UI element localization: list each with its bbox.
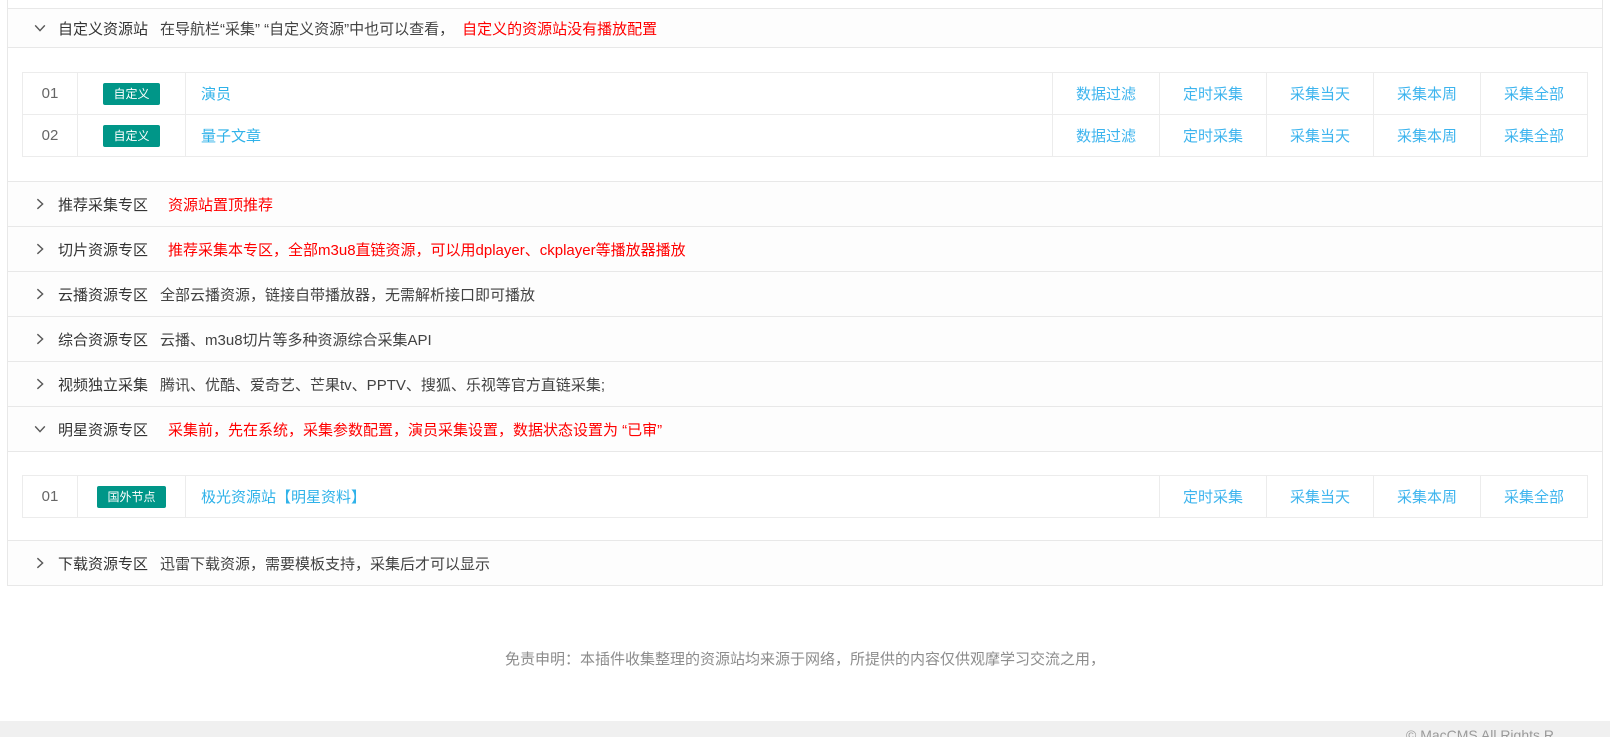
chevron-right-icon bbox=[32, 331, 48, 347]
chevron-down-icon bbox=[32, 20, 48, 36]
section-title: 切片资源专区 bbox=[58, 239, 148, 260]
section-title: 视频独立采集 bbox=[58, 374, 148, 395]
source-name-link[interactable]: 极光资源站【明星资料】 bbox=[201, 489, 366, 506]
section-desc: 全部云播资源，链接自带播放器，无需解析接口即可播放 bbox=[160, 284, 535, 305]
badge-cell: 自定义 bbox=[78, 73, 186, 115]
chevron-right-icon bbox=[32, 555, 48, 571]
top-strip bbox=[8, 0, 1602, 8]
disclaimer-text: 免责申明：本插件收集整理的资源站均来源于网络，所提供的内容仅供观摩学习交流之用， bbox=[0, 648, 1610, 669]
badge-cell: 国外节点 bbox=[78, 476, 186, 518]
action-cell: 采集本周 bbox=[1374, 115, 1481, 157]
action-cell: 采集当天 bbox=[1267, 476, 1374, 518]
star-sources-table: 01 国外节点 极光资源站【明星资料】 定时采集 采集当天 采集本周 采集全部 bbox=[22, 475, 1588, 518]
action-cell: 定时采集 bbox=[1160, 115, 1267, 157]
section-title: 云播资源专区 bbox=[58, 284, 148, 305]
name-cell: 量子文章 bbox=[186, 115, 1053, 157]
section-header-video-independent[interactable]: 视频独立采集 腾讯、优酷、爱奇艺、芒果tv、PPTV、搜狐、乐视等官方直链采集; bbox=[8, 361, 1602, 406]
section-title: 综合资源专区 bbox=[58, 329, 148, 350]
section-header-recommended[interactable]: 推荐采集专区 资源站置顶推荐 bbox=[8, 181, 1602, 226]
badge-cell: 自定义 bbox=[78, 115, 186, 157]
action-collect-all[interactable]: 采集全部 bbox=[1504, 86, 1564, 103]
action-collect-all[interactable]: 采集全部 bbox=[1504, 128, 1564, 145]
name-cell: 演员 bbox=[186, 73, 1053, 115]
action-cell: 采集全部 bbox=[1481, 476, 1588, 518]
action-cell: 采集本周 bbox=[1374, 476, 1481, 518]
section-desc-alert: 自定义的资源站没有播放配置 bbox=[462, 18, 657, 39]
row-number: 01 bbox=[23, 476, 78, 518]
action-cell: 定时采集 bbox=[1160, 73, 1267, 115]
section-desc-alert: 采集前，先在系统，采集参数配置，演员采集设置，数据状态设置为 “已审” bbox=[168, 419, 662, 440]
section-desc-alert: 推荐采集本专区，全部m3u8直链资源，可以用dplayer、ckplayer等播… bbox=[168, 239, 686, 260]
action-timed-collect[interactable]: 定时采集 bbox=[1183, 128, 1243, 145]
copyright-text: © MacCMS All Rights R bbox=[1406, 727, 1554, 737]
section-content-custom-sources: 01 自定义 演员 数据过滤 定时采集 采集当天 采集本周 采集全部 02 自定… bbox=[8, 47, 1602, 181]
action-cell: 采集当天 bbox=[1267, 115, 1374, 157]
action-cell: 数据过滤 bbox=[1053, 115, 1160, 157]
action-timed-collect[interactable]: 定时采集 bbox=[1183, 86, 1243, 103]
section-desc: 迅雷下载资源，需要模板支持，采集后才可以显示 bbox=[160, 553, 490, 574]
section-header-cloud-play[interactable]: 云播资源专区 全部云播资源，链接自带播放器，无需解析接口即可播放 bbox=[8, 271, 1602, 316]
action-collect-today[interactable]: 采集当天 bbox=[1290, 86, 1350, 103]
source-type-badge: 国外节点 bbox=[97, 486, 165, 508]
section-header-download[interactable]: 下载资源专区 迅雷下载资源，需要模板支持，采集后才可以显示 bbox=[8, 540, 1602, 585]
action-cell: 采集本周 bbox=[1374, 73, 1481, 115]
section-title: 推荐采集专区 bbox=[58, 194, 148, 215]
chevron-down-icon bbox=[32, 421, 48, 437]
section-desc: 云播、m3u8切片等多种资源综合采集API bbox=[160, 329, 432, 350]
section-title: 自定义资源站 bbox=[58, 18, 148, 39]
action-cell: 定时采集 bbox=[1160, 476, 1267, 518]
name-cell: 极光资源站【明星资料】 bbox=[186, 476, 1160, 518]
source-type-badge: 自定义 bbox=[103, 125, 159, 147]
section-title: 下载资源专区 bbox=[58, 553, 148, 574]
section-header-custom-sources[interactable]: 自定义资源站 在导航栏“采集” “自定义资源”中也可以查看， 自定义的资源站没有… bbox=[8, 8, 1602, 47]
section-header-star[interactable]: 明星资源专区 采集前，先在系统，采集参数配置，演员采集设置，数据状态设置为 “已… bbox=[8, 406, 1602, 451]
action-collect-week[interactable]: 采集本周 bbox=[1397, 489, 1457, 506]
source-type-badge: 自定义 bbox=[103, 83, 159, 105]
section-title: 明星资源专区 bbox=[58, 419, 148, 440]
section-header-m3u8-slice[interactable]: 切片资源专区 推荐采集本专区，全部m3u8直链资源，可以用dplayer、ckp… bbox=[8, 226, 1602, 271]
footer-bar: © MacCMS All Rights R bbox=[0, 721, 1610, 737]
action-collect-today[interactable]: 采集当天 bbox=[1290, 128, 1350, 145]
table-row: 02 自定义 量子文章 数据过滤 定时采集 采集当天 采集本周 采集全部 bbox=[23, 115, 1588, 157]
action-data-filter[interactable]: 数据过滤 bbox=[1076, 86, 1136, 103]
chevron-right-icon bbox=[32, 241, 48, 257]
chevron-right-icon bbox=[32, 376, 48, 392]
action-cell: 采集全部 bbox=[1481, 73, 1588, 115]
section-desc: 腾讯、优酷、爱奇艺、芒果tv、PPTV、搜狐、乐视等官方直链采集; bbox=[160, 374, 605, 395]
section-desc: 在导航栏“采集” “自定义资源”中也可以查看， bbox=[160, 18, 454, 39]
action-cell: 采集全部 bbox=[1481, 115, 1588, 157]
source-name-link[interactable]: 演员 bbox=[201, 86, 231, 103]
action-collect-all[interactable]: 采集全部 bbox=[1504, 489, 1564, 506]
action-data-filter[interactable]: 数据过滤 bbox=[1076, 128, 1136, 145]
chevron-right-icon bbox=[32, 286, 48, 302]
action-collect-week[interactable]: 采集本周 bbox=[1397, 128, 1457, 145]
section-content-star: 01 国外节点 极光资源站【明星资料】 定时采集 采集当天 采集本周 采集全部 bbox=[8, 451, 1602, 540]
table-row: 01 自定义 演员 数据过滤 定时采集 采集当天 采集本周 采集全部 bbox=[23, 73, 1588, 115]
action-collect-today[interactable]: 采集当天 bbox=[1290, 489, 1350, 506]
action-collect-week[interactable]: 采集本周 bbox=[1397, 86, 1457, 103]
chevron-right-icon bbox=[32, 196, 48, 212]
action-timed-collect[interactable]: 定时采集 bbox=[1183, 489, 1243, 506]
action-cell: 采集当天 bbox=[1267, 73, 1374, 115]
source-name-link[interactable]: 量子文章 bbox=[201, 128, 261, 145]
table-row: 01 国外节点 极光资源站【明星资料】 定时采集 采集当天 采集本周 采集全部 bbox=[23, 476, 1588, 518]
section-desc-alert: 资源站置顶推荐 bbox=[168, 194, 273, 215]
action-cell: 数据过滤 bbox=[1053, 73, 1160, 115]
section-header-mixed[interactable]: 综合资源专区 云播、m3u8切片等多种资源综合采集API bbox=[8, 316, 1602, 361]
collection-accordion: 自定义资源站 在导航栏“采集” “自定义资源”中也可以查看， 自定义的资源站没有… bbox=[7, 0, 1603, 586]
custom-sources-table: 01 自定义 演员 数据过滤 定时采集 采集当天 采集本周 采集全部 02 自定… bbox=[22, 72, 1588, 157]
row-number: 01 bbox=[23, 73, 78, 115]
row-number: 02 bbox=[23, 115, 78, 157]
